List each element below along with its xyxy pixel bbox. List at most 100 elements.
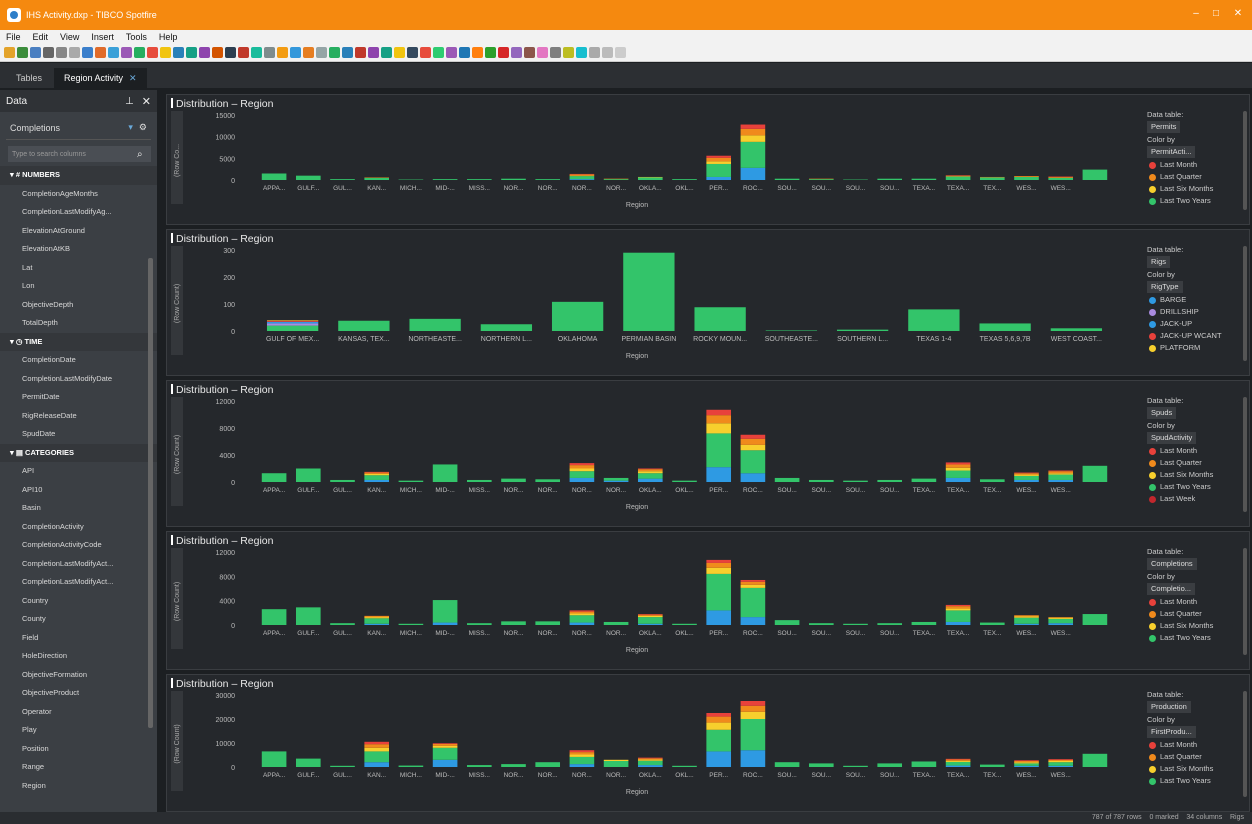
legend-item[interactable]: Last Two Years: [1147, 632, 1247, 644]
bar-segment[interactable]: [1014, 475, 1039, 480]
bar-segment[interactable]: [266, 320, 319, 322]
bar-segment[interactable]: [1082, 614, 1108, 625]
bar-segment[interactable]: [740, 719, 766, 751]
search-icon[interactable]: ⌕: [137, 149, 151, 160]
bar-segment[interactable]: [808, 763, 834, 767]
toolbar-button-icon[interactable]: [329, 47, 340, 58]
legend-color-by-dropdown[interactable]: Completio...: [1147, 583, 1196, 595]
bar-segment[interactable]: [569, 610, 595, 612]
legend-item[interactable]: Last Month: [1147, 596, 1247, 608]
menu-edit[interactable]: Edit: [27, 32, 55, 42]
bar-segment[interactable]: [569, 471, 595, 478]
bar-segment[interactable]: [1014, 616, 1039, 618]
column-item[interactable]: HoleDirection: [0, 647, 157, 666]
bar-segment[interactable]: [1082, 465, 1108, 482]
toolbar-button-icon[interactable]: [121, 47, 132, 58]
bar-segment[interactable]: [1048, 762, 1074, 766]
bar-segment[interactable]: [569, 468, 595, 472]
bar-segment[interactable]: [637, 617, 663, 624]
bar-segment[interactable]: [740, 711, 766, 719]
legend-color-by-dropdown[interactable]: PermitActi...: [1147, 146, 1196, 158]
bar-segment[interactable]: [836, 329, 889, 331]
bar-segment[interactable]: [911, 178, 937, 180]
bar-segment[interactable]: [740, 701, 766, 706]
bar-segment[interactable]: [501, 621, 526, 625]
bar-segment[interactable]: [979, 479, 1005, 482]
column-item[interactable]: CompletionLastModifyAct...: [0, 573, 157, 592]
bar-segment[interactable]: [364, 473, 390, 476]
toolbar-button-icon[interactable]: [420, 47, 431, 58]
bar-segment[interactable]: [740, 750, 766, 767]
toolbar-button-icon[interactable]: [147, 47, 158, 58]
bar-segment[interactable]: [603, 761, 629, 767]
tab-tables[interactable]: Tables: [6, 68, 52, 88]
bar-segment[interactable]: [945, 760, 971, 762]
bar-segment[interactable]: [261, 173, 287, 181]
bar-segment[interactable]: [432, 745, 458, 748]
bar-segment[interactable]: [261, 609, 287, 625]
bar-segment[interactable]: [603, 480, 629, 482]
bar-segment[interactable]: [569, 611, 595, 614]
bar-segment[interactable]: [740, 438, 766, 445]
bar-segment[interactable]: [911, 761, 937, 767]
bar-segment[interactable]: [637, 623, 663, 625]
bar-segment[interactable]: [1014, 479, 1039, 482]
bar-segment[interactable]: [1014, 615, 1039, 617]
x-axis-selector[interactable]: Region: [626, 789, 648, 796]
legend-scrollbar[interactable]: [1243, 548, 1247, 655]
bar-segment[interactable]: [266, 323, 319, 326]
bar-segment[interactable]: [261, 473, 287, 482]
bar-segment[interactable]: [740, 124, 766, 129]
legend-item[interactable]: Last Quarter: [1147, 751, 1247, 763]
dropdown-icon[interactable]: ▾: [128, 122, 133, 133]
bar-segment[interactable]: [364, 471, 390, 473]
toolbar-button-icon[interactable]: [108, 47, 119, 58]
bar-segment[interactable]: [1048, 617, 1074, 618]
bar-segment[interactable]: [364, 475, 390, 480]
toolbar-button-icon[interactable]: [576, 47, 587, 58]
toolbar-button-icon[interactable]: [264, 47, 275, 58]
column-item[interactable]: CompletionLastModifyAg...: [0, 203, 157, 222]
bar-segment[interactable]: [364, 618, 390, 624]
bar-segment[interactable]: [637, 468, 663, 470]
chart-canvas[interactable]: (Row Count) 30000 20000 10000 0 APPA... GULF..…: [167, 675, 1142, 813]
menu-help[interactable]: Help: [153, 32, 184, 42]
bar-segment[interactable]: [706, 713, 732, 717]
bar-segment[interactable]: [1048, 623, 1074, 625]
bar-segment[interactable]: [466, 765, 492, 767]
column-item[interactable]: CompletionDate: [0, 351, 157, 370]
toolbar-button-icon[interactable]: [381, 47, 392, 58]
bar-segment[interactable]: [480, 324, 533, 331]
bar-chart-visualization[interactable]: Distribution – Region (Row Count) 300 200 10…: [166, 229, 1250, 376]
bar-segment[interactable]: [945, 462, 971, 465]
bar-segment[interactable]: [945, 621, 971, 625]
x-axis-selector[interactable]: Region: [626, 504, 648, 511]
legend-item[interactable]: JACK-UP: [1147, 318, 1247, 330]
legend-item[interactable]: JACK-UP WCANT: [1147, 330, 1247, 342]
bar-segment[interactable]: [706, 433, 732, 468]
pin-icon[interactable]: ⊥: [125, 96, 134, 107]
bar-segment[interactable]: [466, 179, 492, 180]
x-axis-selector[interactable]: Region: [626, 202, 648, 209]
bar-segment[interactable]: [774, 477, 800, 482]
collapse-icon[interactable]: ▾ ◷: [10, 337, 24, 346]
bar-segment[interactable]: [740, 705, 766, 712]
column-group-numbers[interactable]: ▾ # NUMBERS: [0, 166, 157, 185]
bar-segment[interactable]: [945, 759, 971, 761]
bar-segment[interactable]: [1048, 471, 1074, 474]
minimize-icon[interactable]: –: [1188, 6, 1204, 22]
bar-segment[interactable]: [330, 179, 355, 180]
bar-segment[interactable]: [637, 478, 663, 482]
legend-color-by-dropdown[interactable]: FirstProdu...: [1147, 726, 1196, 738]
column-item[interactable]: ElevationAtKB: [0, 240, 157, 259]
bar-segment[interactable]: [706, 722, 732, 730]
toolbar-button-icon[interactable]: [563, 47, 574, 58]
bar-segment[interactable]: [706, 163, 732, 177]
column-item[interactable]: Lat: [0, 259, 157, 278]
column-item[interactable]: CompletionActivity: [0, 518, 157, 537]
tab-close-icon[interactable]: ✕: [129, 73, 137, 83]
toolbar-button-icon[interactable]: [537, 47, 548, 58]
toolbar-button-icon[interactable]: [82, 47, 93, 58]
column-item[interactable]: SpudDate: [0, 425, 157, 444]
bar-segment[interactable]: [623, 252, 675, 331]
